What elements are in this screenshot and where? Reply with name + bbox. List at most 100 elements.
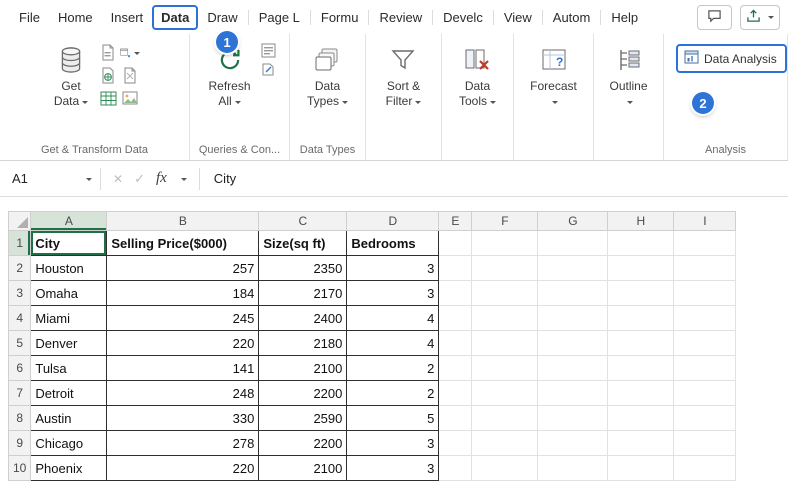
cell-F6[interactable] — [472, 356, 538, 381]
cell-C3[interactable]: 2170 — [259, 281, 347, 306]
cell-D4[interactable]: 4 — [347, 306, 439, 331]
cell-C7[interactable]: 2200 — [259, 381, 347, 406]
cell-B5[interactable]: 220 — [107, 331, 259, 356]
data-analysis-button[interactable]: Data Analysis — [676, 44, 787, 73]
cell-F5[interactable] — [472, 331, 538, 356]
cell-G7[interactable] — [538, 381, 608, 406]
insert-function-button[interactable]: fx — [156, 170, 167, 187]
row-header-5[interactable]: 5 — [9, 331, 31, 356]
cell-G6[interactable] — [538, 356, 608, 381]
cell-F3[interactable] — [472, 281, 538, 306]
row-header-7[interactable]: 7 — [9, 381, 31, 406]
cell-H7[interactable] — [608, 381, 674, 406]
cell-B3[interactable]: 184 — [107, 281, 259, 306]
cell-I2[interactable] — [674, 256, 736, 281]
cell-F7[interactable] — [472, 381, 538, 406]
menu-tab-draw[interactable]: Draw — [198, 5, 246, 30]
cell-C2[interactable]: 2350 — [259, 256, 347, 281]
column-header-C[interactable]: C — [259, 212, 347, 231]
comments-button[interactable] — [697, 5, 732, 30]
cell-I9[interactable] — [674, 431, 736, 456]
cell-B2[interactable]: 257 — [107, 256, 259, 281]
existing-connections-icon[interactable] — [120, 65, 140, 86]
cell-F8[interactable] — [472, 406, 538, 431]
from-text-csv-icon[interactable] — [98, 42, 118, 63]
menu-tab-insert[interactable]: Insert — [102, 5, 153, 30]
cell-D6[interactable]: 2 — [347, 356, 439, 381]
cell-C8[interactable]: 2590 — [259, 406, 347, 431]
column-header-F[interactable]: F — [472, 212, 538, 231]
cell-G3[interactable] — [538, 281, 608, 306]
cell-I8[interactable] — [674, 406, 736, 431]
cell-E1[interactable] — [439, 231, 472, 256]
from-table-range-icon[interactable] — [98, 88, 118, 109]
cell-A10[interactable]: Phoenix — [31, 456, 107, 481]
cell-G5[interactable] — [538, 331, 608, 356]
cell-C4[interactable]: 2400 — [259, 306, 347, 331]
menu-tab-view[interactable]: View — [495, 5, 541, 30]
cell-G8[interactable] — [538, 406, 608, 431]
get-data-button[interactable]: Get Data — [49, 41, 93, 112]
row-header-10[interactable]: 10 — [9, 456, 31, 481]
cell-D3[interactable]: 3 — [347, 281, 439, 306]
cell-G9[interactable] — [538, 431, 608, 456]
cell-D10[interactable]: 3 — [347, 456, 439, 481]
row-header-2[interactable]: 2 — [9, 256, 31, 281]
cell-E8[interactable] — [439, 406, 472, 431]
column-header-E[interactable]: E — [439, 212, 472, 231]
cell-I7[interactable] — [674, 381, 736, 406]
menu-tab-develc[interactable]: Develc — [434, 5, 492, 30]
outline-button[interactable]: Outline — [604, 41, 652, 112]
cell-I1[interactable] — [674, 231, 736, 256]
menu-tab-formu[interactable]: Formu — [312, 5, 368, 30]
cell-A6[interactable]: Tulsa — [31, 356, 107, 381]
cell-B6[interactable]: 141 — [107, 356, 259, 381]
query-properties-icon[interactable] — [261, 43, 276, 58]
cell-D2[interactable]: 3 — [347, 256, 439, 281]
formula-bar-content[interactable]: City — [200, 171, 236, 186]
column-header-I[interactable]: I — [674, 212, 736, 231]
cell-G10[interactable] — [538, 456, 608, 481]
column-header-B[interactable]: B — [107, 212, 259, 231]
menu-tab-file[interactable]: File — [10, 5, 49, 30]
cell-F1[interactable] — [472, 231, 538, 256]
from-picture-icon[interactable] — [120, 88, 140, 109]
forecast-button[interactable]: ? Forecast — [525, 41, 582, 112]
cell-A7[interactable]: Detroit — [31, 381, 107, 406]
sort-filter-button[interactable]: Sort & Filter — [381, 41, 427, 112]
cell-A4[interactable]: Miami — [31, 306, 107, 331]
menu-tab-autom[interactable]: Autom — [544, 5, 600, 30]
cell-F2[interactable] — [472, 256, 538, 281]
cell-B4[interactable]: 245 — [107, 306, 259, 331]
cell-D9[interactable]: 3 — [347, 431, 439, 456]
menu-tab-pagel[interactable]: Page L — [250, 5, 309, 30]
cell-H5[interactable] — [608, 331, 674, 356]
cell-C6[interactable]: 2100 — [259, 356, 347, 381]
cell-B9[interactable]: 278 — [107, 431, 259, 456]
menu-tab-review[interactable]: Review — [370, 5, 431, 30]
edit-links-icon[interactable] — [261, 62, 276, 77]
share-button[interactable] — [740, 5, 780, 30]
column-header-D[interactable]: D — [347, 212, 439, 231]
cell-E2[interactable] — [439, 256, 472, 281]
row-header-9[interactable]: 9 — [9, 431, 31, 456]
column-header-A[interactable]: A — [31, 212, 107, 231]
cell-A5[interactable]: Denver — [31, 331, 107, 356]
cell-C1[interactable]: Size(sq ft) — [259, 231, 347, 256]
cell-E3[interactable] — [439, 281, 472, 306]
cell-E6[interactable] — [439, 356, 472, 381]
cell-A1[interactable]: City — [31, 231, 107, 256]
cell-F9[interactable] — [472, 431, 538, 456]
cell-D1[interactable]: Bedrooms — [347, 231, 439, 256]
cell-F10[interactable] — [472, 456, 538, 481]
cell-A2[interactable]: Houston — [31, 256, 107, 281]
cell-E5[interactable] — [439, 331, 472, 356]
cell-C10[interactable]: 2100 — [259, 456, 347, 481]
data-types-button[interactable]: Data Types — [302, 41, 353, 112]
recent-sources-icon[interactable] — [120, 42, 140, 63]
cell-H10[interactable] — [608, 456, 674, 481]
data-tools-button[interactable]: Data Tools — [454, 41, 501, 112]
row-header-4[interactable]: 4 — [9, 306, 31, 331]
menu-tab-home[interactable]: Home — [49, 5, 102, 30]
cell-H8[interactable] — [608, 406, 674, 431]
